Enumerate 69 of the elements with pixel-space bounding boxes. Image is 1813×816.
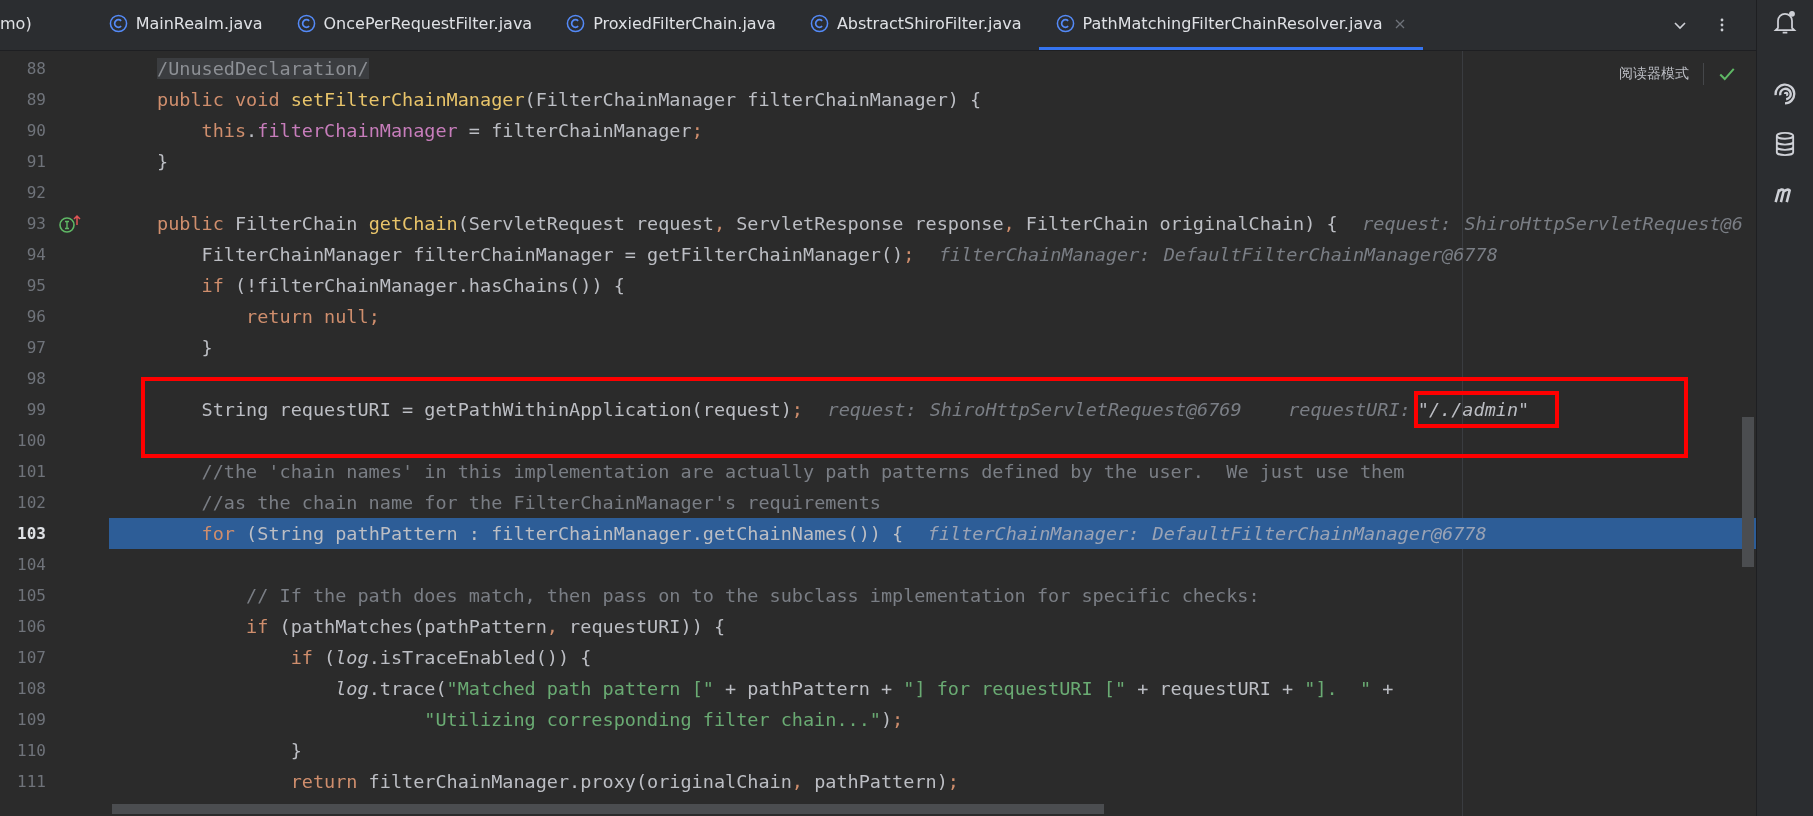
line-number: 93: [25, 214, 46, 233]
editor-tab[interactable]: mo): [0, 0, 92, 50]
code-line: public FilterChain getChain(ServletRequest request, ServletResponse response, FilterChain originalChain) {: [157, 213, 1338, 234]
class-icon: [296, 14, 316, 33]
line-number: 96: [25, 307, 46, 326]
class-icon: [566, 14, 586, 33]
inline-hint-value: ShiroHttpServletRequest@6769: [928, 398, 1243, 421]
line-number: 109: [16, 710, 46, 729]
line-number: 102: [16, 493, 46, 512]
code-line: for (String pathPattern : filterChainManager.getChainNames()) {: [201, 523, 904, 544]
line-number: 101: [16, 462, 46, 481]
code-line: String requestURI = getPathWithinApplication(request);: [201, 399, 803, 420]
inline-hint-value: DefaultFilterChainManager@6778: [1162, 243, 1499, 266]
inline-hint-label: filterChainManager:: [927, 523, 1140, 544]
line-number: 97: [25, 338, 46, 357]
code-line: }: [290, 740, 302, 761]
editor-tab[interactable]: OncePerRequestFilter.java: [279, 0, 550, 50]
line-number: 91: [25, 152, 46, 171]
line-number: 111: [16, 772, 46, 791]
line-number: 104: [16, 555, 46, 574]
code-line: //the 'chain names' in this implementation are actually path patterns defined by the user. We just use them: [201, 461, 1405, 482]
line-number: 98: [25, 369, 46, 388]
code-line: log.trace("Matched path pattern [" + pathPattern + "] for requestURI [" + requestURI + "]. " +: [335, 678, 1394, 699]
inline-hint-value: ShiroHttpServletRequest@6: [1463, 212, 1744, 235]
class-icon: [108, 14, 128, 33]
code-line: "Utilizing corresponding filter chain...");: [424, 709, 904, 730]
editor-tab[interactable]: ProxiedFilterChain.java: [549, 0, 793, 50]
inline-hint-label: filterChainManager:: [938, 244, 1151, 265]
code-line: return null;: [246, 306, 380, 327]
line-number: 110: [16, 741, 46, 760]
code-line: public void setFilterChainManager(FilterChainManager filterChainManager) {: [157, 89, 982, 110]
bell-icon[interactable]: [1771, 8, 1799, 36]
line-number: 107: [16, 648, 46, 667]
editor-tab[interactable]: MainRealm.java: [91, 0, 280, 50]
line-number: 88: [25, 59, 46, 78]
code-line: FilterChainManager filterChainManager = getFilterChainManager();: [201, 244, 915, 265]
line-number: 100: [16, 431, 46, 450]
code-line: if (pathMatches(pathPattern, requestURI)) {: [246, 616, 726, 637]
code-line: this.filterChainManager = filterChainManager;: [201, 120, 703, 141]
inline-hint-label: request:: [827, 399, 917, 420]
editor-tab[interactable]: AbstractShiroFilter.java: [792, 0, 1039, 50]
code-line: if (log.isTraceEnabled()) {: [290, 647, 592, 668]
code-line: //as the chain name for the FilterChainManager's requirements: [201, 492, 881, 513]
line-number: 103: [16, 524, 46, 543]
close-icon[interactable]: [1394, 17, 1407, 30]
code-line: }: [201, 337, 213, 358]
line-number: 90: [25, 121, 46, 140]
inline-hint-value: DefaultFilterChainManager@6778: [1151, 522, 1488, 545]
code-line: if (!filterChainManager.hasChains()) {: [201, 275, 625, 296]
inline-hint-label: request:: [1362, 213, 1452, 234]
class-icon: [809, 14, 829, 33]
inline-hint-label: requestURI:: [1288, 399, 1411, 420]
code-line: }: [157, 151, 169, 172]
class-icon: [1055, 14, 1075, 33]
scrollbar-thumb[interactable]: [112, 804, 1104, 814]
line-number: 95: [25, 276, 46, 295]
line-number: 94: [25, 245, 46, 264]
code-line: // If the path does match, then pass on to the subclass implementation for specific checks:: [246, 585, 1260, 606]
line-number: 105: [16, 586, 46, 605]
line-number: 108: [16, 679, 46, 698]
inline-hint-value: "/./admin": [1413, 391, 1560, 428]
line-number: 106: [16, 617, 46, 636]
line-number: 89: [25, 90, 46, 109]
line-number: 99: [25, 400, 46, 419]
implements-marker-icon[interactable]: [58, 213, 82, 234]
scrollbar-thumb[interactable]: [1742, 417, 1754, 567]
reader-mode-link[interactable]: 阅读器模式: [1619, 65, 1689, 83]
code-line: return filterChainManager.proxy(originalChain, pathPattern);: [290, 771, 959, 792]
line-number: 92: [25, 183, 46, 202]
